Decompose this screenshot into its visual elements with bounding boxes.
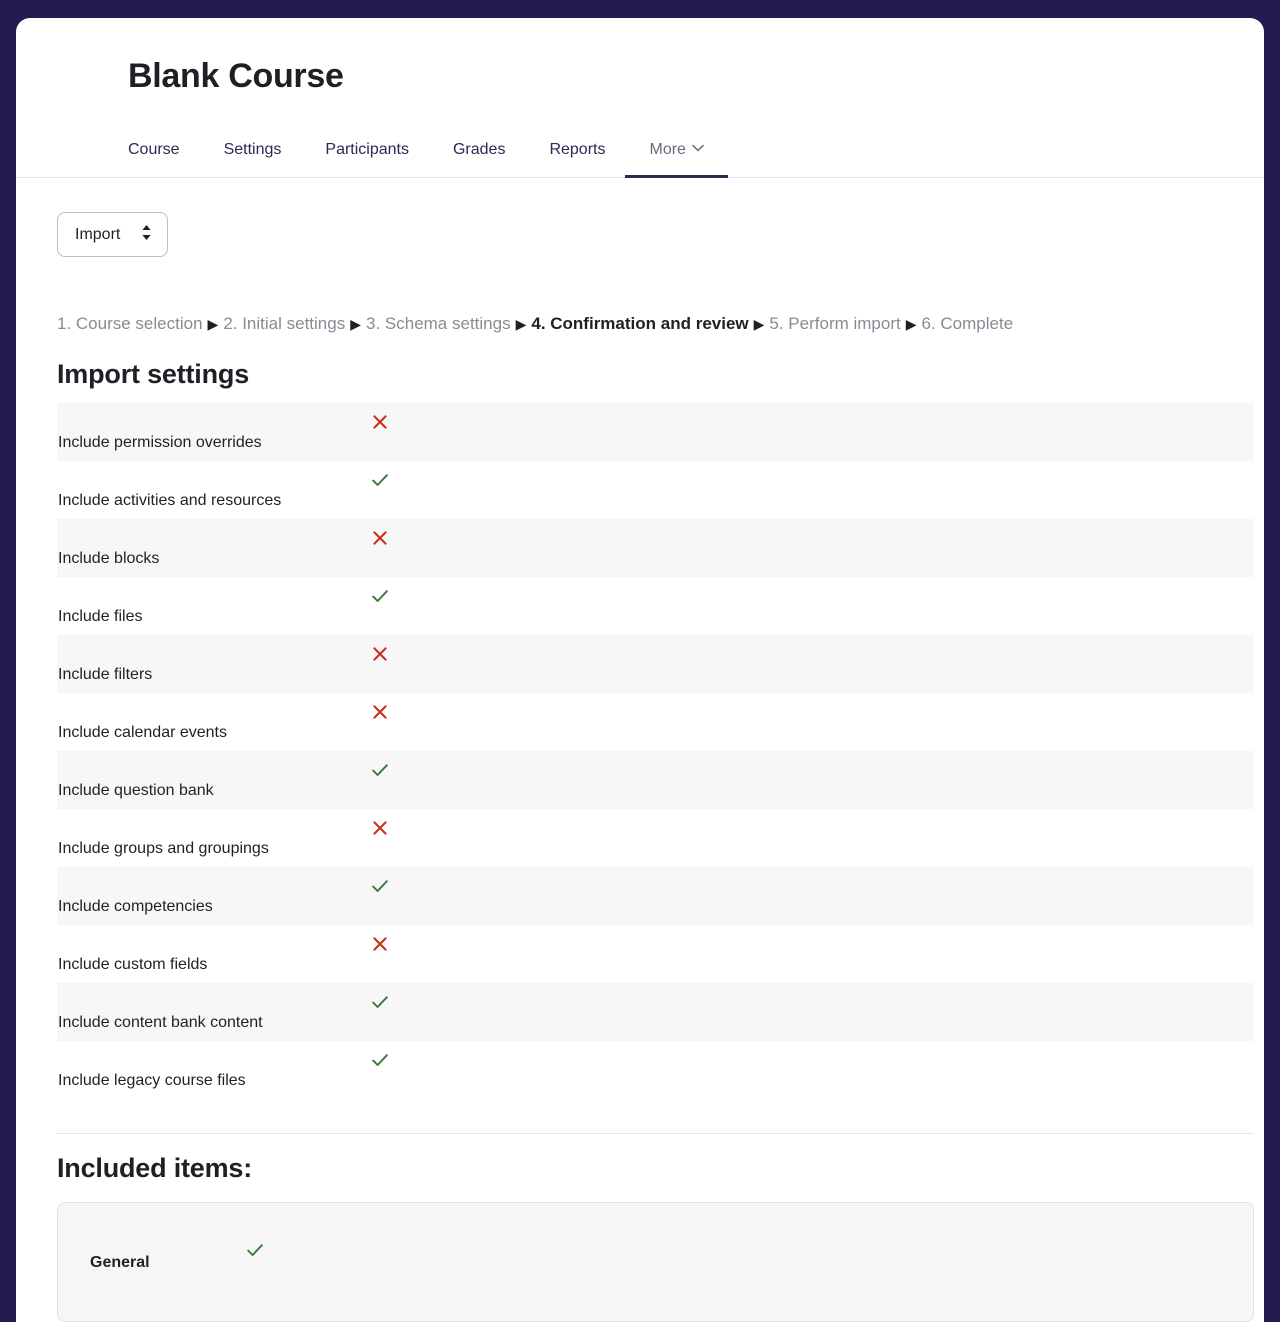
setting-label: Include blocks [58, 550, 160, 567]
setting-label: Include calendar events [58, 724, 227, 741]
setting-label: Include activities and resources [58, 492, 282, 509]
cross-icon [369, 817, 391, 839]
setting-label: Include question bank [58, 782, 214, 799]
setting-label: Include filters [58, 666, 153, 683]
check-icon [369, 469, 391, 491]
breadcrumb-step-5[interactable]: 5. Perform import [769, 314, 900, 333]
chevron-down-icon [692, 144, 704, 152]
course-page-card: Blank Course Course Settings Participants G… [16, 18, 1264, 1322]
included-items-heading: Included items: [57, 1153, 253, 1183]
breadcrumb-separator-icon: ▶ [515, 316, 527, 332]
setting-label: Include groups and groupings [58, 840, 269, 857]
breadcrumb-separator-icon: ▶ [905, 316, 917, 332]
tab-label: Settings [223, 141, 282, 158]
check-icon [369, 875, 391, 897]
page-header: Blank Course Course Settings Participants G… [16, 18, 1264, 178]
course-nav-tabs: Course Settings Participants Grades Reports M… [16, 125, 1264, 178]
cross-icon [369, 701, 391, 723]
setting-row: Include custom fields [57, 925, 1254, 983]
setting-row: Include activities and resources [57, 461, 1254, 519]
setting-row: Include filters [57, 635, 1254, 693]
import-settings-table: Include permission overrides Include acti… [57, 403, 1254, 1099]
tab-course[interactable]: Course [128, 140, 180, 177]
section-divider [57, 1133, 1254, 1134]
included-item-row: General [90, 1239, 1253, 1279]
setting-label: Include files [58, 608, 143, 625]
cross-icon [369, 933, 391, 955]
setting-label: Include content bank content [58, 1014, 263, 1031]
breadcrumb-step-3[interactable]: 3. Schema settings [366, 314, 511, 333]
cross-icon [369, 643, 391, 665]
setting-row: Include content bank content [57, 983, 1254, 1041]
included-items-card: General [57, 1202, 1254, 1322]
import-steps-breadcrumb: 1. Course selection ▶ 2. Initial settings ▶… [57, 313, 1238, 335]
tab-settings[interactable]: Settings [224, 140, 282, 177]
breadcrumb-step-2[interactable]: 2. Initial settings [223, 314, 345, 333]
setting-label: Include custom fields [58, 956, 208, 973]
breadcrumb-step-6[interactable]: 6. Complete [922, 314, 1014, 333]
tab-participants[interactable]: Participants [325, 140, 409, 177]
setting-label: Include legacy course files [58, 1072, 246, 1089]
setting-row: Include question bank [57, 751, 1254, 809]
check-icon [369, 759, 391, 781]
breadcrumb-separator-icon: ▶ [753, 316, 765, 332]
cross-icon [369, 411, 391, 433]
setting-row: Include files [57, 577, 1254, 635]
included-item-label: General [90, 1254, 150, 1271]
breadcrumb-step-4: 4. Confirmation and review [531, 314, 749, 333]
check-icon [369, 991, 391, 1013]
tab-label: Course [128, 141, 180, 158]
setting-label: Include competencies [58, 898, 213, 915]
breadcrumb-separator-icon: ▶ [350, 316, 361, 332]
tab-more[interactable]: More [625, 140, 729, 178]
setting-row: Include legacy course files [57, 1041, 1254, 1099]
setting-row: Include competencies [57, 867, 1254, 925]
check-icon [244, 1239, 266, 1261]
tab-grades[interactable]: Grades [453, 140, 505, 177]
import-settings-heading: Import settings [57, 359, 250, 389]
setting-row: Include permission overrides [57, 403, 1254, 461]
breadcrumb-step-1[interactable]: 1. Course selection [57, 314, 203, 333]
setting-row: Include blocks [57, 519, 1254, 577]
import-jump-select[interactable]: Import [57, 212, 168, 257]
cross-icon [369, 527, 391, 549]
setting-row: Include groups and groupings [57, 809, 1254, 867]
tab-label: More [649, 141, 686, 158]
check-icon [369, 585, 391, 607]
page-title: Blank Course [128, 57, 344, 95]
tab-label: Grades [452, 141, 506, 158]
jump-select-wrapper: Import [57, 212, 168, 257]
breadcrumb-separator-icon: ▶ [207, 316, 219, 332]
tab-label: Reports [549, 141, 606, 158]
setting-row: Include calendar events [57, 693, 1254, 751]
setting-label: Include permission overrides [58, 434, 262, 451]
page-content: Import 1. Course selection ▶ 2. Initial se… [16, 178, 1264, 1322]
tab-label: Participants [325, 141, 409, 158]
tab-reports[interactable]: Reports [549, 140, 605, 177]
check-icon [369, 1049, 391, 1071]
